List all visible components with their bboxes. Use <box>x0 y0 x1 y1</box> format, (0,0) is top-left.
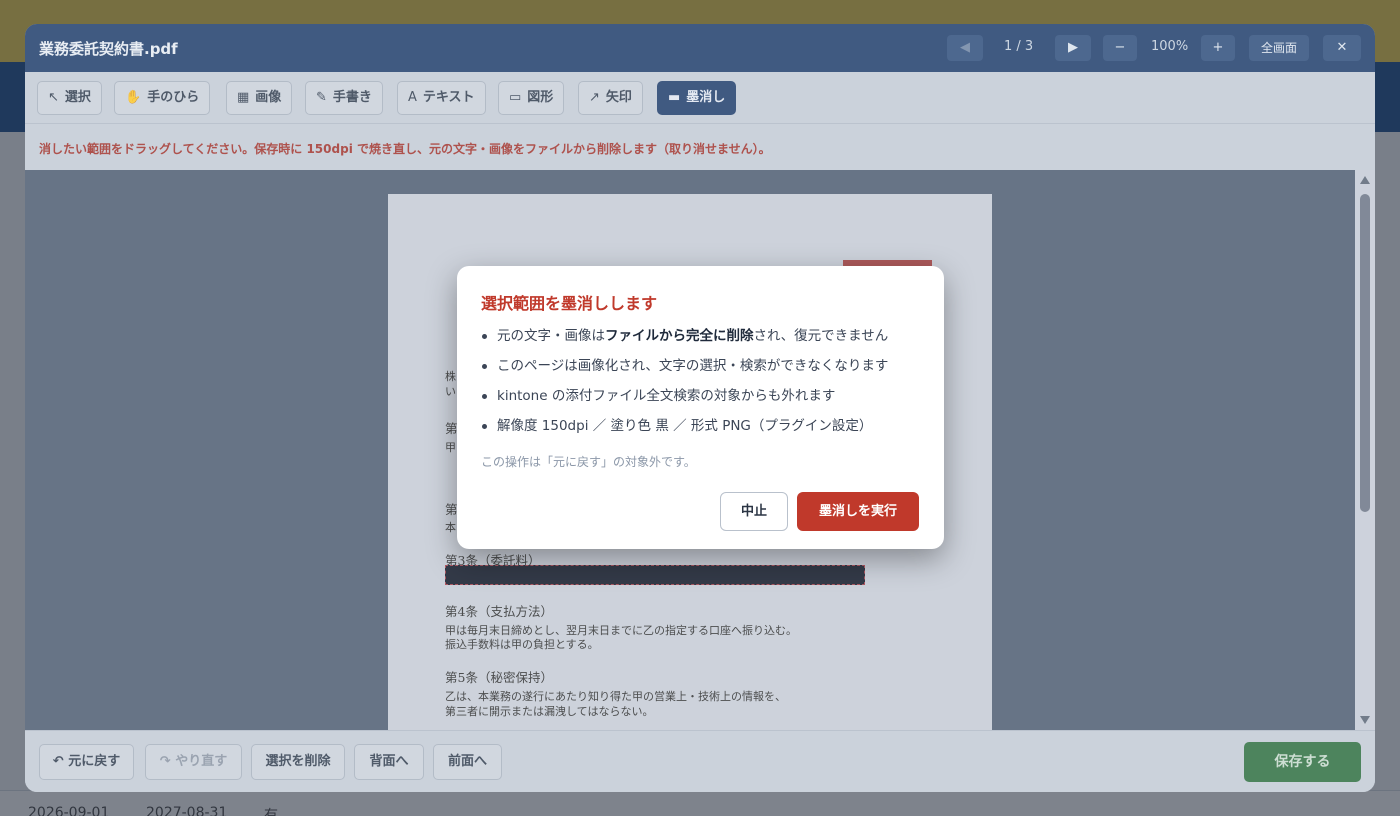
warning-item: このページは画像化され、文字の選択・検索ができなくなります <box>481 356 888 386</box>
dialog-warning-list: 元の文字・画像はファイルから完全に削除され、復元できません このページは画像化さ… <box>481 326 888 446</box>
execute-redact-button[interactable]: 墨消しを実行 <box>797 492 919 531</box>
warning-item: 元の文字・画像はファイルから完全に削除され、復元できません <box>481 326 888 356</box>
cancel-button[interactable]: 中止 <box>720 492 788 531</box>
warning-item: kintone の添付ファイル全文検索の対象からも外れます <box>481 386 888 416</box>
warning-emphasis: ファイルから完全に削除 <box>605 328 754 344</box>
dialog-note: この操作は「元に戻す」の対象外です。 <box>481 455 696 469</box>
warning-text: され、復元できません <box>753 328 889 344</box>
redact-confirm-dialog: 選択範囲を墨消しします 元の文字・画像はファイルから完全に削除され、復元できませ… <box>457 266 944 549</box>
warning-item: 解像度 150dpi ／ 塗り色 黒 ／ 形式 PNG（プラグイン設定） <box>481 416 888 446</box>
warning-text: 元の文字・画像は <box>497 328 605 344</box>
dialog-title: 選択範囲を墨消しします <box>481 294 658 313</box>
